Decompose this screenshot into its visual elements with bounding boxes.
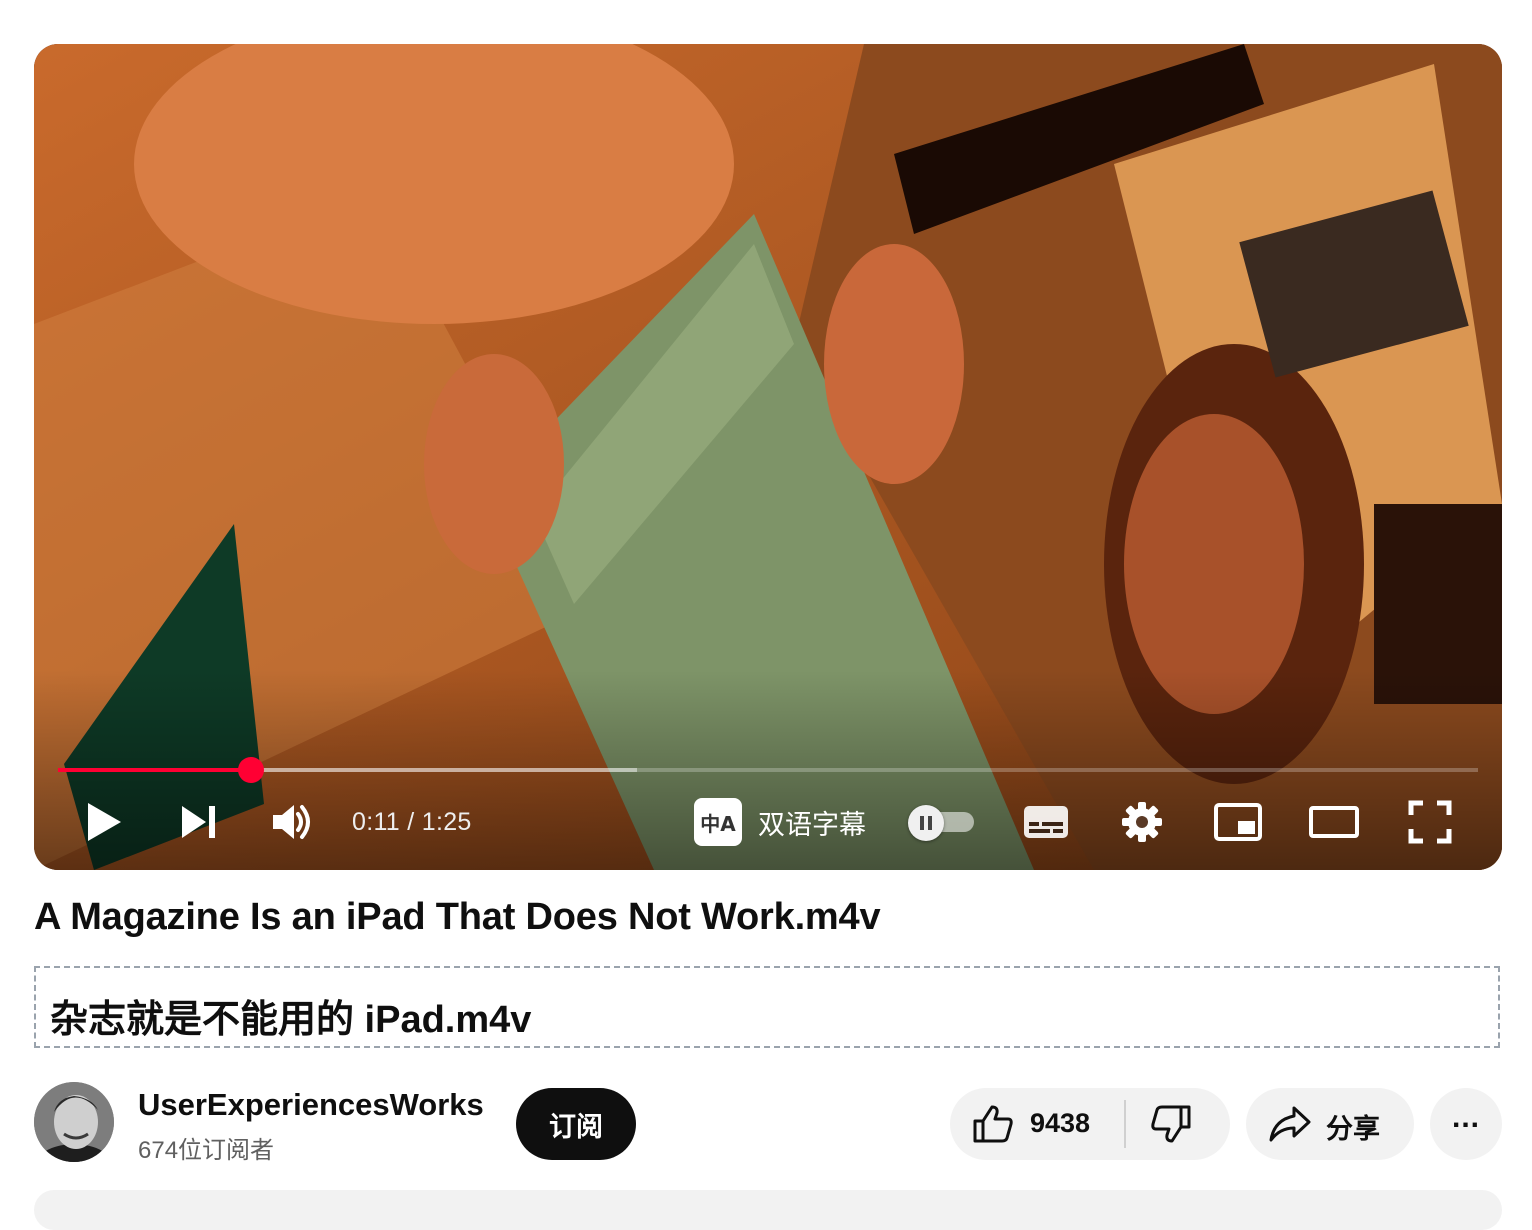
video-frame[interactable]: [34, 44, 1502, 870]
translated-title-box: 杂志就是不能用的 iPad.m4v: [34, 966, 1500, 1048]
time-current: 0:11: [352, 807, 401, 836]
volume-button[interactable]: [262, 792, 322, 852]
more-actions-button[interactable]: ...: [1430, 1088, 1502, 1160]
fullscreen-icon: [1408, 800, 1452, 844]
avatar[interactable]: [34, 1082, 114, 1162]
theater-mode-button[interactable]: [1302, 792, 1366, 852]
thumbs-up-icon: [972, 1104, 1014, 1149]
time-separator: /: [400, 807, 422, 836]
progress-scrubber[interactable]: [238, 757, 265, 783]
theater-mode-icon: [1308, 805, 1360, 839]
play-icon: [84, 800, 124, 844]
next-icon: [178, 802, 218, 842]
share-icon: [1268, 1104, 1312, 1149]
translate-icon: 中A: [694, 798, 742, 846]
share-button[interactable]: 分享: [1246, 1088, 1414, 1160]
channel-name[interactable]: UserExperiencesWorks: [138, 1087, 484, 1123]
settings-button[interactable]: [1110, 792, 1174, 852]
miniplayer-button[interactable]: [1206, 792, 1270, 852]
like-dislike-group: 9438: [950, 1088, 1230, 1160]
subtitles-icon: [1023, 804, 1069, 840]
next-button[interactable]: [168, 792, 228, 852]
time-total: 1:25: [421, 807, 472, 836]
dual-subtitle-button[interactable]: 中A 双语字幕: [694, 792, 866, 852]
like-button[interactable]: 9438: [950, 1088, 1124, 1160]
subtitles-button[interactable]: [1014, 792, 1078, 852]
dual-subtitle-label: 双语字幕: [758, 809, 866, 840]
gear-icon: [1120, 800, 1164, 844]
subscriber-count: 674位订阅者: [138, 1137, 275, 1164]
like-count: 9438: [1030, 1108, 1091, 1138]
fullscreen-button[interactable]: [1398, 792, 1462, 852]
share-label: 分享: [1326, 1114, 1380, 1144]
volume-icon: [270, 802, 314, 842]
thumbs-down-icon: [1150, 1104, 1192, 1149]
time-display: 0:11 / 1:25: [352, 792, 472, 852]
description-panel[interactable]: [34, 1190, 1502, 1230]
video-title: A Magazine Is an iPad That Does Not Work…: [34, 896, 881, 938]
dislike-button[interactable]: [1126, 1088, 1230, 1160]
miniplayer-icon: [1213, 802, 1263, 842]
video-player[interactable]: 0:11 / 1:25 中A 双语字幕: [34, 44, 1502, 870]
pause-icon: [908, 805, 944, 841]
player-controls: 0:11 / 1:25 中A 双语字幕: [34, 786, 1502, 858]
play-button[interactable]: [72, 792, 136, 852]
translated-title: 杂志就是不能用的 iPad.m4v: [50, 999, 532, 1041]
progress-played: [58, 768, 252, 772]
autoplay-toggle[interactable]: [908, 805, 974, 841]
progress-bar[interactable]: [58, 757, 1478, 783]
subscribe-button[interactable]: 订阅: [516, 1088, 636, 1160]
more-icon: ...: [1451, 1101, 1480, 1134]
